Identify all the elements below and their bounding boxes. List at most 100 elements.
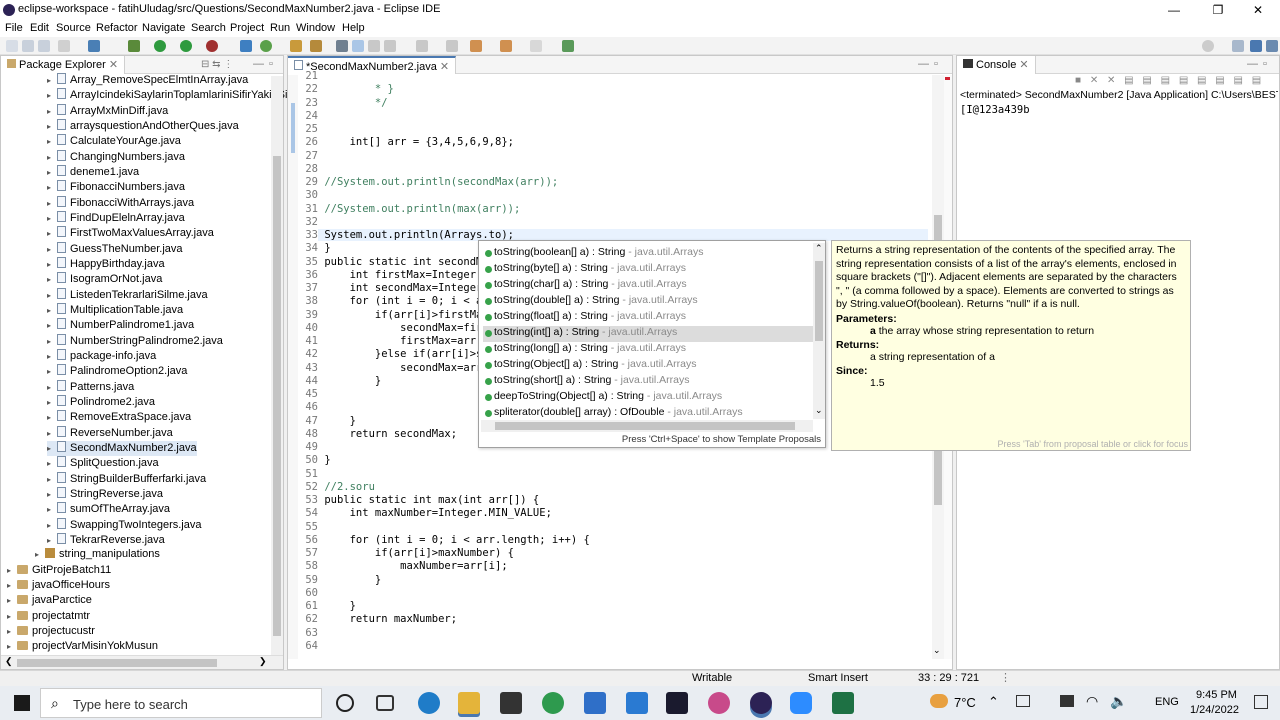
- proposal-item[interactable]: toString(Object[] a) : String - java.uti…: [483, 358, 813, 374]
- proposal-item[interactable]: toString(int[] a) : String - java.util.A…: [483, 326, 813, 342]
- expand-arrow-icon[interactable]: ▸: [47, 260, 57, 269]
- tree-file-item[interactable]: ▸ TekrarReverse.java: [47, 532, 165, 548]
- tree-file-item[interactable]: ▸ ReverseNumber.java: [47, 425, 173, 441]
- clock-time[interactable]: 9:45 PM: [1196, 689, 1237, 701]
- maximize-console-icon[interactable]: ▫: [1263, 58, 1267, 70]
- code-line[interactable]: int secondMax=Integer.M: [318, 282, 495, 294]
- tree-file-item[interactable]: ▸ StringReverse.java: [47, 486, 163, 502]
- tree-file-item[interactable]: ▸ FibonacciNumbers.java: [47, 180, 185, 195]
- code-line[interactable]: }: [318, 600, 356, 612]
- code-line[interactable]: }: [318, 415, 356, 427]
- tree-file-item[interactable]: ▸ FindDupElelnArray.java: [47, 210, 185, 226]
- tree-file-item[interactable]: ▸ RemoveExtraSpace.java: [47, 410, 191, 425]
- proposal-item[interactable]: toString(short[] a) : String - java.util…: [483, 374, 813, 390]
- temperature[interactable]: 7°C: [954, 695, 976, 710]
- tree-file-item[interactable]: ▸ IsogramOrNot.java: [47, 272, 162, 287]
- wifi-icon[interactable]: ◠: [1086, 693, 1098, 710]
- code-line[interactable]: public static int secondMax: [318, 256, 495, 268]
- expand-arrow-icon[interactable]: ▸: [47, 214, 57, 223]
- code-line[interactable]: int[] arr = {3,4,5,6,9,8};: [318, 136, 514, 148]
- maximize-button[interactable]: ❐: [1196, 0, 1240, 20]
- java-perspective-icon[interactable]: [1250, 40, 1262, 52]
- run-icon[interactable]: [154, 40, 166, 52]
- minimize-console-icon[interactable]: —: [1247, 58, 1258, 70]
- tree-project-item[interactable]: ▸ javaOfficeHours: [7, 579, 110, 594]
- vscode-icon[interactable]: [626, 692, 648, 714]
- expand-arrow-icon[interactable]: ▸: [7, 642, 17, 651]
- tree-project-item[interactable]: ▸ projectucustr: [7, 625, 95, 640]
- expand-arrow-icon[interactable]: ▸: [47, 76, 57, 85]
- tree-file-item[interactable]: ▸ ListedenTekrarlariSilme.java: [47, 287, 208, 303]
- menu-run[interactable]: Run: [270, 22, 290, 34]
- proposal-vscrollbar[interactable]: ⌃ ⌄: [813, 243, 825, 419]
- expand-arrow-icon[interactable]: ▸: [47, 536, 57, 545]
- tree-file-item[interactable]: ▸ GuessTheNumber.java: [47, 241, 183, 257]
- open-type-icon[interactable]: [290, 40, 302, 52]
- save-all-icon[interactable]: [38, 40, 50, 52]
- expand-arrow-icon[interactable]: ▸: [47, 168, 57, 177]
- block-select-icon[interactable]: [368, 40, 380, 52]
- proposal-item[interactable]: toString(byte[] a) : String - java.util.…: [483, 262, 813, 278]
- code-line[interactable]: int maxNumber=Integer.MIN_VALUE;: [318, 507, 552, 519]
- status-more-icon[interactable]: ⋮: [1000, 671, 1011, 684]
- notifications-icon[interactable]: [1254, 695, 1268, 709]
- tab-console[interactable]: Console ✕: [957, 56, 1036, 74]
- code-line[interactable]: * }: [318, 83, 394, 95]
- task-view-icon[interactable]: [376, 695, 394, 711]
- print-icon[interactable]: [58, 40, 70, 52]
- tree-file-item[interactable]: ▸ arraysquestionAndOtherQues.java: [47, 118, 239, 134]
- tree-file-item[interactable]: ▸ FibonacciWithArrays.java: [47, 195, 194, 211]
- expand-arrow-icon[interactable]: ▸: [47, 245, 57, 254]
- minimize-editor-icon[interactable]: —: [918, 58, 929, 70]
- code-line[interactable]: }: [318, 242, 330, 254]
- proposal-scroll-down-icon[interactable]: ⌄: [815, 405, 823, 416]
- expand-arrow-icon[interactable]: ▸: [7, 566, 17, 575]
- prev-annotation-icon[interactable]: [446, 40, 458, 52]
- scroll-left-icon[interactable]: ❮: [5, 656, 13, 667]
- chrome-icon[interactable]: [542, 692, 564, 714]
- error-marker[interactable]: [945, 77, 950, 80]
- expand-arrow-icon[interactable]: ▸: [47, 429, 57, 438]
- expand-arrow-icon[interactable]: ▸: [47, 475, 57, 484]
- expand-arrow-icon[interactable]: ▸: [47, 490, 57, 499]
- code-line[interactable]: return secondMax;: [318, 428, 457, 440]
- code-line[interactable]: secondMax=first: [318, 322, 495, 334]
- code-line[interactable]: firstMax=arr[i]: [318, 335, 495, 347]
- tree-file-item[interactable]: ▸ deneme1.java: [47, 164, 139, 180]
- save-icon[interactable]: [22, 40, 34, 52]
- pin-editor-icon[interactable]: [562, 40, 574, 52]
- code-line[interactable]: maxNumber=arr[i];: [318, 560, 507, 572]
- tree-file-item[interactable]: ▸ SwappingTwoIntegers.java: [47, 517, 201, 533]
- close-console-icon[interactable]: ✕: [1019, 59, 1028, 71]
- expand-arrow-icon[interactable]: ▸: [47, 398, 57, 407]
- slack-icon[interactable]: [708, 692, 730, 714]
- proposal-scroll-thumb[interactable]: [815, 261, 823, 341]
- whitespace-icon[interactable]: [384, 40, 396, 52]
- expand-arrow-icon[interactable]: ▸: [7, 612, 17, 621]
- tray-chevron-icon[interactable]: ⌃: [988, 694, 999, 710]
- tree-file-item[interactable]: ▸ PalindromeOption2.java: [47, 364, 187, 379]
- close-view-icon[interactable]: ✕: [109, 59, 118, 71]
- expand-arrow-icon[interactable]: ▸: [47, 91, 57, 100]
- tree-file-item[interactable]: ▸ NumberPalindrome1.java: [47, 318, 194, 333]
- tree-file-item[interactable]: ▸ HappyBirthday.java: [47, 256, 165, 272]
- expand-arrow-icon[interactable]: ▸: [7, 581, 17, 590]
- code-line[interactable]: //2.soru: [318, 481, 375, 493]
- code-line[interactable]: if(arr[i]>firstMax): [318, 309, 495, 321]
- windows-start-icon[interactable]: [14, 695, 30, 711]
- proposal-hscrollbar[interactable]: [481, 420, 813, 432]
- search-tool-icon[interactable]: [310, 40, 322, 52]
- menu-search[interactable]: Search: [191, 22, 226, 34]
- expand-arrow-icon[interactable]: ▸: [47, 199, 57, 208]
- external-tools-icon[interactable]: [206, 40, 218, 52]
- excel-icon[interactable]: [832, 692, 854, 714]
- proposal-item[interactable]: toString(boolean[] a) : String - java.ut…: [483, 246, 813, 262]
- menu-navigate[interactable]: Navigate: [142, 22, 185, 34]
- expand-arrow-icon[interactable]: ▸: [47, 137, 57, 146]
- taskbar-search-box[interactable]: ⌕ Type here to search: [40, 688, 322, 718]
- console-output[interactable]: [I@123a439b: [960, 104, 1030, 116]
- eclipse-taskbar-icon[interactable]: [750, 692, 772, 714]
- toggle-mark-icon[interactable]: [336, 40, 348, 52]
- expand-arrow-icon[interactable]: ▸: [7, 627, 17, 636]
- mail-icon[interactable]: [584, 692, 606, 714]
